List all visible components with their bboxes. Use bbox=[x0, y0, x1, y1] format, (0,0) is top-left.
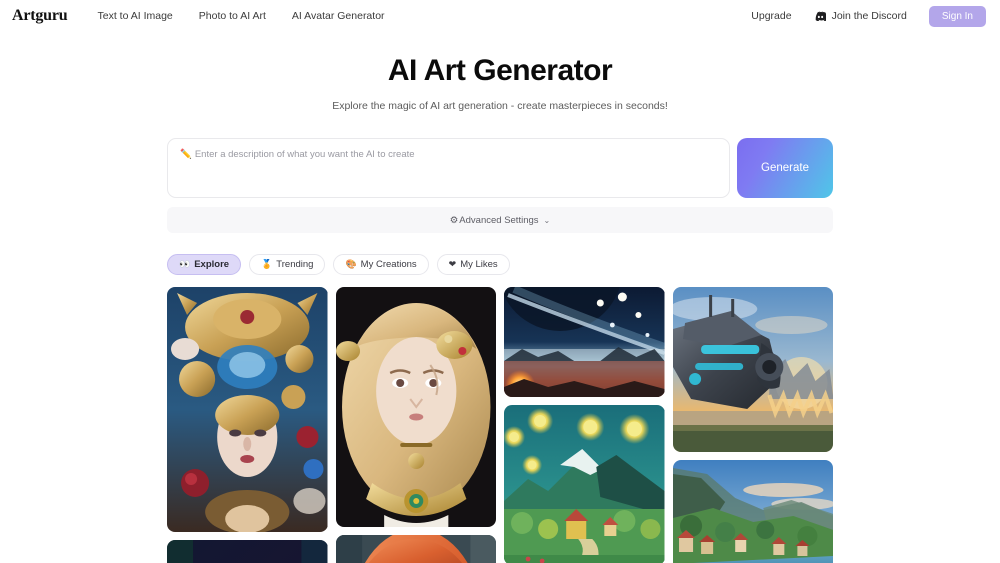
medal-icon: 🏅 bbox=[261, 259, 273, 269]
heart-icon: ❤ bbox=[448, 259, 457, 269]
tab-my-creations-label: My Creations bbox=[360, 259, 417, 270]
gallery-item-mech-ship[interactable] bbox=[672, 287, 833, 452]
image-gallery bbox=[167, 287, 833, 563]
gallery-column-2 bbox=[335, 287, 496, 563]
chevron-down-icon: ⌄ bbox=[543, 215, 551, 225]
hero-section: AI Art Generator Explore the magic of AI… bbox=[0, 54, 1000, 112]
advanced-settings-label: Advanced Settings bbox=[459, 214, 539, 226]
join-discord-button[interactable]: Join the Discord bbox=[814, 10, 907, 22]
top-header: Artguru Text to AI Image Photo to AI Art… bbox=[0, 0, 1000, 32]
gallery-item-blonde-girl[interactable] bbox=[335, 287, 496, 527]
prompt-row: ✏️ Enter a description of what you want … bbox=[167, 138, 833, 198]
gallery-item-starry-village[interactable] bbox=[504, 405, 665, 563]
gallery-tabs: 👀 Explore 🏅 Trending 🎨 My Creations ❤ My… bbox=[167, 254, 833, 275]
nav-text-to-ai-image[interactable]: Text to AI Image bbox=[97, 10, 172, 22]
tab-my-creations[interactable]: 🎨 My Creations bbox=[333, 254, 429, 275]
gallery-column-1 bbox=[167, 287, 328, 563]
prompt-placeholder-text: Enter a description of what you want the… bbox=[194, 149, 415, 160]
prompt-placeholder: ✏️ Enter a description of what you want … bbox=[180, 149, 717, 160]
advanced-settings-toggle[interactable]: ⚙ Advanced Settings ⌄ bbox=[167, 207, 833, 233]
gallery-item-cyber-car[interactable] bbox=[167, 540, 328, 563]
sign-in-button[interactable]: Sign In bbox=[928, 5, 986, 27]
tab-explore[interactable]: 👀 Explore bbox=[167, 254, 242, 275]
discord-icon bbox=[814, 11, 826, 21]
tab-my-likes[interactable]: ❤ My Likes bbox=[436, 254, 510, 275]
tab-my-likes-label: My Likes bbox=[460, 259, 498, 270]
gear-icon: ⚙ bbox=[449, 214, 459, 226]
page-title: AI Art Generator bbox=[387, 54, 613, 87]
gallery-item-baroque-queen[interactable] bbox=[167, 287, 328, 532]
tab-explore-label: Explore bbox=[194, 259, 230, 270]
brand-logo[interactable]: Artguru bbox=[12, 7, 68, 25]
gallery-item-cosmic-sunset[interactable] bbox=[504, 287, 665, 397]
gallery-column-3 bbox=[504, 287, 665, 563]
tab-trending-label: Trending bbox=[276, 259, 314, 270]
gallery-item-redhead-portrait[interactable] bbox=[335, 535, 496, 563]
pencil-icon: ✏️ bbox=[180, 149, 192, 160]
nav-ai-avatar-generator[interactable]: AI Avatar Generator bbox=[292, 10, 385, 22]
gallery-item-lake-village[interactable] bbox=[672, 460, 833, 563]
palette-icon: 🎨 bbox=[345, 259, 357, 269]
generate-button[interactable]: Generate bbox=[737, 138, 833, 198]
gallery-column-4 bbox=[672, 287, 833, 563]
nav-photo-to-ai-art[interactable]: Photo to AI Art bbox=[199, 10, 266, 22]
tab-trending[interactable]: 🏅 Trending bbox=[249, 254, 326, 275]
eyes-icon: 👀 bbox=[179, 259, 191, 269]
advanced-settings-label-group: ⚙ Advanced Settings ⌄ bbox=[450, 215, 550, 226]
page-subtitle: Explore the magic of AI art generation -… bbox=[332, 100, 668, 112]
prompt-input[interactable]: ✏️ Enter a description of what you want … bbox=[167, 138, 730, 198]
upgrade-link[interactable]: Upgrade bbox=[751, 10, 791, 22]
primary-nav: Text to AI Image Photo to AI Art AI Avat… bbox=[97, 10, 384, 22]
header-actions: Upgrade Join the Discord Sign In bbox=[751, 5, 986, 27]
join-discord-label: Join the Discord bbox=[831, 10, 907, 22]
